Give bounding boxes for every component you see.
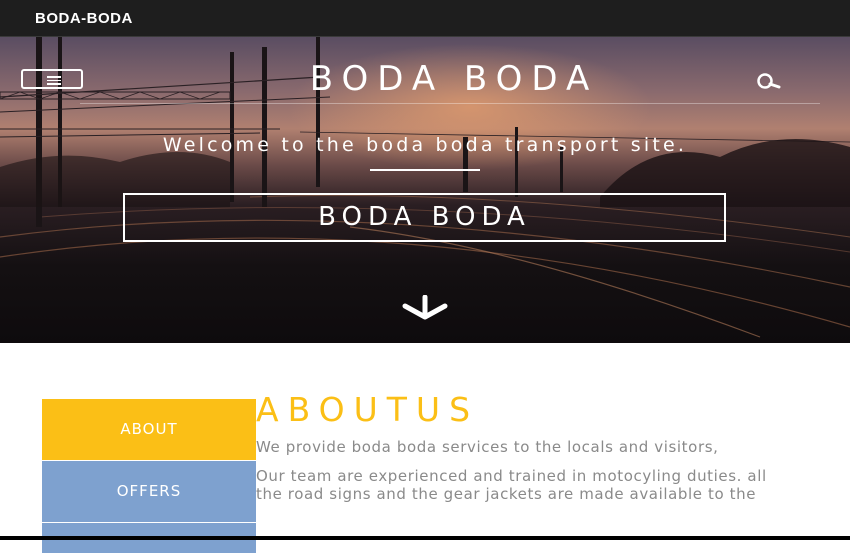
brand-name[interactable]: BODA-BODA xyxy=(35,10,133,27)
search-button[interactable] xyxy=(750,71,784,93)
hamburger-icon xyxy=(47,74,61,87)
hero-title: BODA BODA xyxy=(309,59,599,99)
about-paragraph: Our team are experienced and trained in … xyxy=(256,466,767,504)
top-bar: BODA-BODA xyxy=(0,0,850,37)
welcome-text: Welcome to the boda boda transport site. xyxy=(162,134,688,156)
side-nav-offers[interactable]: OFFERS xyxy=(42,460,256,522)
arrow-down-icon xyxy=(402,294,448,320)
search-icon xyxy=(757,73,781,89)
side-nav-about[interactable]: ABOUT xyxy=(42,399,256,460)
hero-divider xyxy=(80,103,820,104)
about-content: We provide boda boda services to the loc… xyxy=(256,438,786,514)
hero-banner: BODA BODA Welcome to the boda boda trans… xyxy=(0,37,850,343)
about-paragraph: We provide boda boda services to the loc… xyxy=(256,438,719,456)
side-navigation: ABOUT OFFERS xyxy=(42,399,256,553)
menu-toggle-button[interactable] xyxy=(21,69,83,89)
welcome-underline xyxy=(370,169,480,171)
hero-cta-button[interactable]: BODA BODA xyxy=(123,193,726,242)
scroll-down-button[interactable] xyxy=(398,294,452,321)
bottom-border xyxy=(0,536,850,540)
about-heading: ABOUTUS xyxy=(256,390,480,429)
